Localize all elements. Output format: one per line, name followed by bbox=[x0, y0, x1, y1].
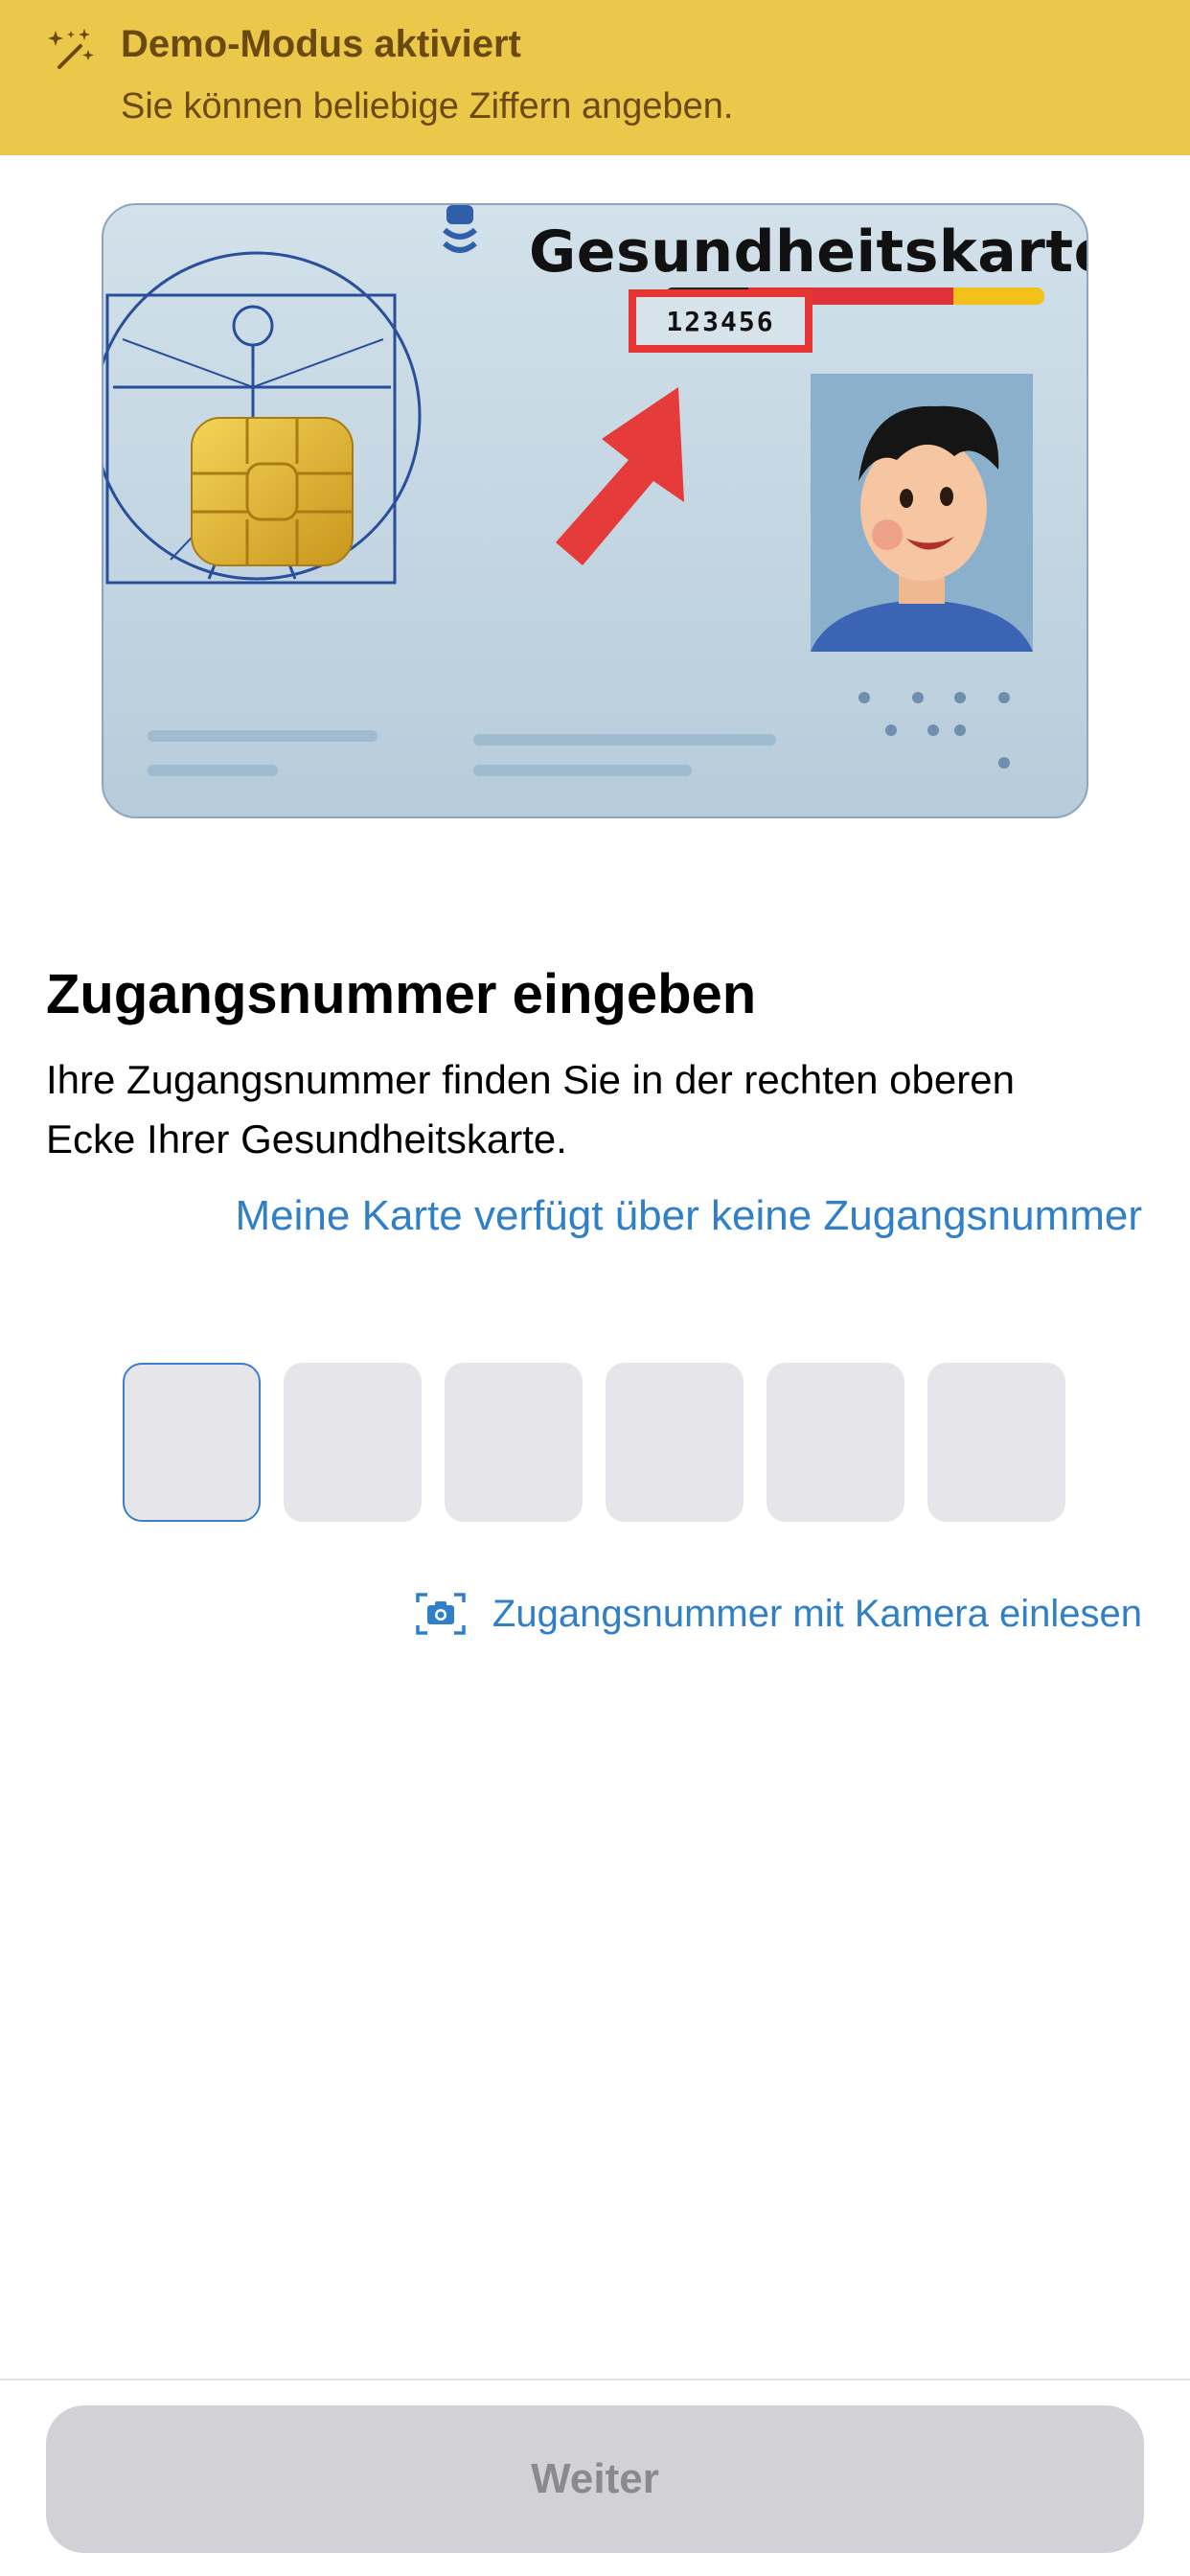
digit-field-3[interactable] bbox=[445, 1363, 583, 1522]
page-title: Zugangsnummer eingeben bbox=[46, 963, 757, 1025]
page-description: Ihre Zugangsnummer finden Sie in der rec… bbox=[46, 1057, 1015, 1162]
digit-field-2[interactable] bbox=[284, 1363, 422, 1522]
digit-field-5[interactable] bbox=[767, 1363, 904, 1522]
digit-field-1[interactable] bbox=[123, 1363, 261, 1522]
no-access-number-link[interactable]: Meine Karte verfügt über keine Zugangsnu… bbox=[236, 1192, 1143, 1240]
camera-icon bbox=[416, 1593, 466, 1635]
screen: Demo-Modus aktiviert Sie können beliebig… bbox=[0, 0, 1190, 2576]
digit-field-6[interactable] bbox=[927, 1363, 1065, 1522]
scan-with-camera-link[interactable]: Zugangsnummer mit Kamera einlesen bbox=[416, 1591, 1142, 1637]
digit-field-4[interactable] bbox=[606, 1363, 744, 1522]
footer-divider bbox=[0, 2379, 1190, 2380]
banner-subtitle: Sie können beliebige Ziffern angeben. bbox=[121, 86, 734, 126]
banner-title: Demo-Modus aktiviert bbox=[121, 23, 521, 65]
magic-wand-sparkles-icon bbox=[48, 29, 94, 69]
scan-with-camera-label: Zugangsnummer mit Kamera einlesen bbox=[492, 1592, 1142, 1635]
demo-mode-banner: Demo-Modus aktiviert Sie können beliebig… bbox=[0, 0, 1190, 155]
health-card-illustration: Gesundheitskarte 123456 bbox=[102, 203, 1088, 818]
access-number-input bbox=[123, 1363, 1065, 1522]
card-decoration-lines bbox=[148, 692, 1010, 776]
continue-button[interactable]: Weiter bbox=[46, 2405, 1144, 2553]
